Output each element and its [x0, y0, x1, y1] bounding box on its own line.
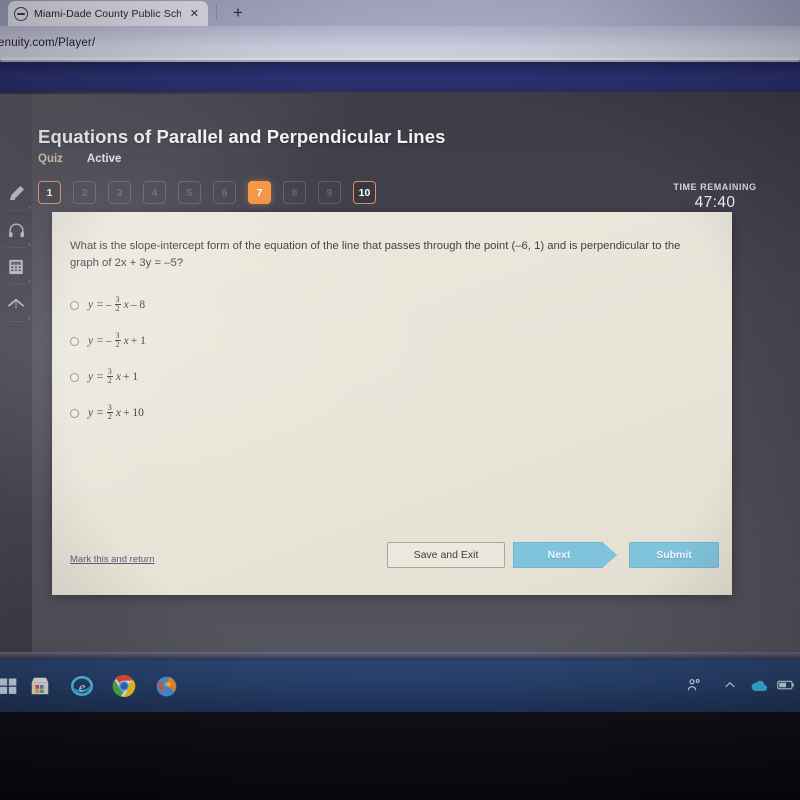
url-input[interactable]: enuity.com/Player/: [0, 37, 95, 49]
headphones-icon[interactable]: [3, 217, 29, 243]
chevron-up-icon[interactable]: [720, 676, 740, 694]
photographed-screen: Miami-Dade County Public Schoo ✕ + enuit…: [0, 0, 800, 800]
answer-equation-a: y = –3 2 x – 8: [88, 294, 146, 313]
quiz-status-label: Active: [86, 153, 122, 165]
question-nav-4[interactable]: 4: [143, 181, 166, 204]
mark-this-and-return-link[interactable]: Mark this and return: [70, 554, 154, 565]
question-nav-8[interactable]: 8: [283, 181, 306, 204]
radio-button-a[interactable]: [70, 300, 79, 310]
internet-explorer-icon[interactable]: e: [68, 672, 96, 700]
question-nav-2[interactable]: 2: [73, 181, 96, 204]
question-nav-9[interactable]: 9: [318, 181, 341, 204]
favicon-icon: [14, 6, 28, 21]
next-button[interactable]: Next: [513, 542, 617, 568]
question-nav-3[interactable]: 3: [108, 181, 131, 204]
browser-url-bar[interactable]: enuity.com/Player/: [0, 26, 800, 60]
answer-choice-c[interactable]: y = 3 2 x + 1: [70, 359, 470, 395]
firefox-icon[interactable]: [152, 672, 180, 700]
question-nav-6[interactable]: 6: [213, 181, 236, 204]
save-and-exit-button[interactable]: Save and Exit: [387, 542, 505, 568]
radio-button-b[interactable]: [70, 336, 79, 346]
browser-tab-strip: Miami-Dade County Public Schoo ✕ +: [0, 0, 800, 26]
answer-equation-c: y = 3 2 x + 1: [88, 366, 139, 385]
windows-start-icon[interactable]: [0, 672, 22, 700]
battery-icon[interactable]: [776, 676, 796, 694]
question-text: What is the slope-intercept form of the …: [70, 240, 681, 270]
fraction-b: 32: [114, 330, 121, 349]
desktop-strip: [0, 652, 800, 660]
photo-bottom-bezel: [0, 712, 800, 800]
answer-choice-a[interactable]: y = –3 2 x – 8: [70, 287, 470, 323]
question-nav-7[interactable]: 7: [248, 181, 271, 204]
tab-divider: [216, 5, 217, 20]
fraction-c: 32: [106, 366, 113, 385]
radio-button-d[interactable]: [70, 408, 79, 418]
question-nav-1[interactable]: 1: [38, 181, 61, 204]
question-nav-5[interactable]: 5: [178, 181, 201, 204]
answer-equation-d: y = 3 2 x + 10: [88, 402, 144, 421]
answer-choices[interactable]: y = –3 2 x – 8 y = –3 2 x + 1 y = 3 2 x + 1 y = 3 2 x…: [70, 287, 470, 431]
submit-button[interactable]: Submit: [629, 542, 719, 568]
onedrive-icon[interactable]: [749, 676, 769, 694]
timer: TIME REMAINING 47:40: [650, 182, 780, 212]
browser-tab[interactable]: Miami-Dade County Public Schoo ✕: [8, 1, 208, 26]
people-icon[interactable]: [684, 676, 704, 694]
question-nav-10[interactable]: 10: [353, 181, 376, 204]
arrow-up-icon[interactable]: [3, 291, 29, 317]
answer-choice-b[interactable]: y = –3 2 x + 1: [70, 323, 470, 359]
new-tab-button[interactable]: +: [228, 3, 248, 23]
fraction-d: 32: [106, 402, 113, 421]
tab-title: Miami-Dade County Public Schoo: [34, 7, 181, 20]
svg-text:e: e: [79, 679, 85, 695]
google-chrome-icon[interactable]: [110, 672, 138, 700]
timer-value: 47:40: [694, 194, 736, 211]
quiz-meta: Quiz Active: [38, 153, 121, 165]
page-title: Equations of Parallel and Perpendicular …: [38, 126, 446, 147]
timer-label: TIME REMAINING: [673, 182, 757, 192]
fraction-a: 32: [114, 294, 121, 313]
microsoft-store-icon[interactable]: [26, 672, 54, 700]
highlighter-icon[interactable]: [3, 180, 29, 206]
question-number-nav[interactable]: 1 2 3 4 5 6 7 8 9 10: [38, 181, 376, 204]
quiz-type-label: Quiz: [38, 153, 63, 165]
tool-rail: [0, 92, 32, 652]
answer-equation-b: y = –3 2 x + 1: [88, 330, 146, 349]
question-card: What is the slope-intercept form of the …: [52, 212, 732, 595]
browser-lower-chrome: [0, 62, 800, 94]
calculator-icon[interactable]: [3, 254, 29, 280]
radio-button-c[interactable]: [70, 372, 79, 382]
answer-choice-d[interactable]: y = 3 2 x + 10: [70, 395, 470, 431]
close-icon[interactable]: ✕: [187, 7, 202, 20]
